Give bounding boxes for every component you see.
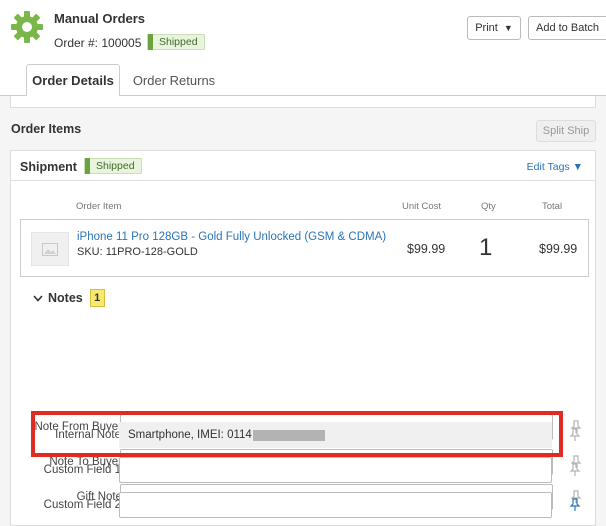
edit-tags-label: Edit Tags	[526, 161, 570, 173]
tab-order-returns[interactable]: Order Returns	[124, 64, 224, 97]
order-tabs: Order Details Order Returns	[0, 62, 606, 97]
print-button[interactable]: Print ▼	[467, 16, 521, 40]
previous-section-edge	[10, 96, 596, 108]
note-row-custom-field-1: Custom Field 1	[10, 457, 594, 483]
store-name: Manual Orders	[54, 11, 146, 26]
order-header: Manual Orders Order #: 100005 Shipped Pr…	[0, 0, 606, 62]
internal-note-input[interactable]: Smartphone, IMEI: 0114	[119, 422, 552, 448]
item-sku: SKU: 11PRO-128-GOLD	[77, 246, 198, 258]
tab-order-details[interactable]: Order Details	[26, 64, 120, 97]
caret-down-icon: ▼	[503, 23, 513, 33]
note-row-custom-field-2: Custom Field 2	[10, 492, 594, 518]
column-header-unit-cost: Unit Cost	[402, 201, 442, 212]
order-items-title: Order Items	[11, 122, 82, 136]
redacted-block	[252, 429, 325, 441]
pin-icon[interactable]	[569, 428, 581, 442]
order-item-row: iPhone 11 Pro 128GB - Gold Fully Unlocke…	[20, 219, 589, 277]
column-header-total: Total	[542, 201, 563, 212]
item-name-link[interactable]: iPhone 11 Pro 128GB - Gold Fully Unlocke…	[77, 231, 386, 243]
notes-title: Notes	[48, 291, 83, 305]
item-unit-cost: $99.99	[407, 242, 446, 256]
shipment-status-badge: Shipped	[84, 158, 142, 174]
pin-icon[interactable]	[569, 498, 581, 512]
note-label: Custom Field 2	[43, 499, 121, 511]
order-number: Order #: 100005	[54, 36, 141, 50]
chevron-down-icon	[33, 294, 43, 302]
notes-toggle[interactable]: Notes 1	[30, 289, 105, 307]
column-header-order-item: Order Item	[76, 201, 122, 212]
caret-down-icon: ▼	[572, 161, 583, 173]
order-number-value: 100005	[101, 36, 142, 50]
column-header-qty: Qty	[481, 201, 496, 212]
custom-field-1-input[interactable]	[119, 457, 552, 483]
notes-count-badge: 1	[89, 289, 105, 307]
add-to-batch-button[interactable]: Add to Batch	[528, 16, 606, 40]
shipment-header: Shipment Shipped Edit Tags ▼	[11, 151, 595, 181]
note-label: Custom Field 1	[43, 464, 121, 476]
item-quantity: 1	[479, 234, 493, 261]
internal-note-value: Smartphone, IMEI: 0114	[128, 429, 252, 441]
note-label: Internal Note	[55, 429, 121, 441]
edit-tags-link[interactable]: Edit Tags ▼	[527, 161, 583, 173]
product-image-placeholder	[31, 232, 69, 266]
order-status-badge: Shipped	[147, 34, 205, 50]
print-button-label: Print	[475, 22, 498, 34]
image-icon	[42, 242, 58, 256]
note-row-internal-note: Internal Note Smartphone, IMEI: 0114	[10, 422, 594, 448]
order-number-label: Order #:	[54, 36, 99, 50]
gear-icon	[11, 11, 43, 43]
item-total: $99.99	[539, 242, 578, 256]
custom-field-2-input[interactable]	[119, 492, 552, 518]
shipment-title: Shipment	[20, 160, 77, 174]
split-ship-button[interactable]: Split Ship	[536, 120, 596, 142]
pin-icon[interactable]	[569, 463, 581, 477]
